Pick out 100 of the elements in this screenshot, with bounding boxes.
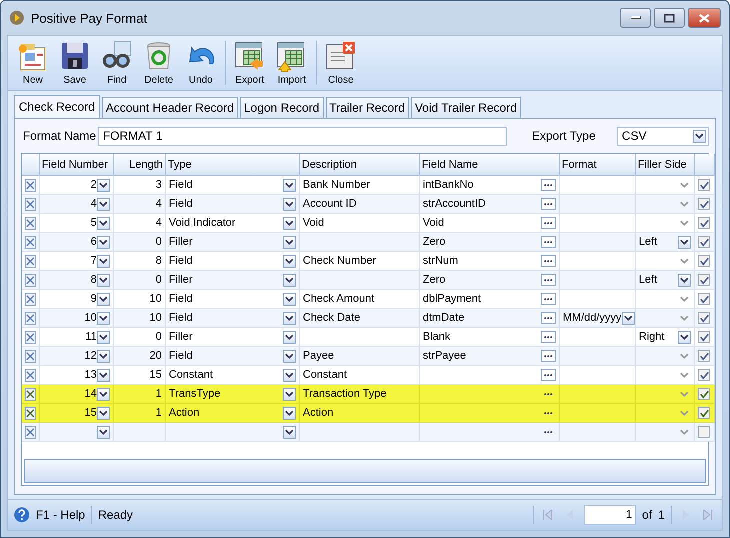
dropdown-caret-icon[interactable] — [283, 350, 296, 362]
format-cell[interactable] — [560, 385, 636, 404]
field-number-cell[interactable]: 11 — [40, 328, 114, 347]
type-cell[interactable]: Field — [166, 347, 300, 366]
toolbar-button[interactable]: Close — [320, 38, 362, 88]
field-name-cell[interactable] — [420, 423, 560, 442]
format-cell[interactable] — [560, 252, 636, 271]
row-selector[interactable] — [22, 195, 40, 214]
field-name-cell[interactable]: dblPayment — [420, 290, 560, 309]
format-cell[interactable] — [560, 366, 636, 385]
row-selector[interactable] — [22, 404, 40, 423]
minimize-button[interactable] — [620, 8, 651, 28]
format-cell[interactable] — [560, 195, 636, 214]
dropdown-caret-icon[interactable] — [97, 198, 110, 210]
type-cell[interactable]: Field — [166, 309, 300, 328]
row-selector[interactable] — [22, 233, 40, 252]
checkbox[interactable] — [698, 426, 710, 438]
dropdown-caret-icon[interactable] — [97, 178, 110, 192]
field-number-cell[interactable]: 4 — [40, 195, 114, 214]
close-button[interactable] — [688, 8, 721, 28]
format-cell[interactable] — [560, 271, 636, 290]
filler-side-cell[interactable] — [636, 385, 695, 404]
type-cell[interactable]: TransType — [166, 385, 300, 404]
export-type-dropdown[interactable]: CSV — [617, 126, 709, 146]
field-name-cell[interactable] — [420, 366, 560, 385]
checkbox[interactable] — [698, 198, 710, 210]
type-cell[interactable]: Field — [166, 290, 300, 309]
help-icon[interactable] — [14, 507, 30, 523]
dropdown-caret-icon[interactable] — [97, 330, 110, 344]
dropdown-caret-icon[interactable] — [283, 274, 296, 286]
delete-row-icon[interactable] — [25, 254, 36, 268]
checkbox[interactable] — [698, 274, 710, 286]
checkbox[interactable] — [698, 293, 710, 305]
dropdown-caret-icon[interactable] — [97, 426, 110, 438]
toolbar-button[interactable]: Save — [54, 38, 96, 88]
field-number-cell[interactable]: 6 — [40, 233, 114, 252]
dropdown-caret-icon[interactable] — [283, 368, 296, 382]
field-name-cell[interactable]: Zero — [420, 233, 560, 252]
delete-row-icon[interactable] — [25, 216, 36, 230]
ellipsis-button[interactable] — [541, 350, 556, 362]
type-cell[interactable]: Action — [166, 404, 300, 423]
filler-side-cell[interactable] — [636, 252, 695, 271]
column-header[interactable]: Format — [560, 154, 636, 176]
ellipsis-button[interactable] — [541, 293, 556, 305]
row-selector[interactable] — [22, 423, 40, 442]
delete-row-icon[interactable] — [25, 330, 36, 344]
filler-side-cell[interactable]: Left — [636, 233, 695, 252]
ellipsis-button[interactable] — [541, 179, 556, 191]
dropdown-caret-icon[interactable] — [678, 274, 691, 286]
row-selector[interactable] — [22, 328, 40, 347]
type-cell[interactable]: Constant — [166, 366, 300, 385]
type-cell[interactable]: Filler — [166, 328, 300, 347]
tab[interactable]: Check Record — [14, 95, 100, 118]
ellipsis-button[interactable] — [541, 274, 556, 286]
field-name-cell[interactable]: Zero — [420, 271, 560, 290]
delete-row-icon[interactable] — [25, 350, 36, 362]
toolbar-button[interactable]: Import — [271, 38, 313, 88]
dropdown-caret-icon[interactable] — [97, 312, 110, 324]
dropdown-caret-icon[interactable] — [283, 388, 296, 400]
checkbox[interactable] — [698, 369, 710, 381]
field-number-cell[interactable]: 13 — [40, 366, 114, 385]
ellipsis-button[interactable] — [541, 312, 556, 324]
dropdown-caret-icon[interactable] — [283, 312, 296, 324]
filler-side-cell[interactable]: Left — [636, 271, 695, 290]
filler-side-cell[interactable] — [636, 423, 695, 442]
filler-side-cell[interactable]: Right — [636, 328, 695, 347]
dropdown-caret-icon[interactable] — [283, 254, 296, 268]
checkbox[interactable] — [698, 312, 710, 324]
dropdown-caret-icon[interactable] — [283, 426, 296, 438]
format-cell[interactable]: MM/dd/yyyy — [560, 309, 636, 328]
dropdown-caret-icon[interactable] — [97, 406, 110, 420]
delete-row-icon[interactable] — [25, 406, 36, 420]
format-cell[interactable] — [560, 347, 636, 366]
dropdown-caret-icon[interactable] — [97, 292, 110, 306]
field-number-cell[interactable]: 9 — [40, 290, 114, 309]
format-cell[interactable] — [560, 176, 636, 195]
dropdown-caret-icon[interactable] — [692, 130, 706, 142]
dropdown-caret-icon[interactable] — [97, 388, 110, 400]
field-name-cell[interactable] — [420, 404, 560, 423]
delete-row-icon[interactable] — [25, 236, 36, 248]
delete-row-icon[interactable] — [25, 198, 36, 210]
column-header[interactable]: Filler Side — [636, 154, 695, 176]
tab[interactable]: Account Header Record — [102, 97, 238, 118]
row-selector[interactable] — [22, 290, 40, 309]
format-name-field[interactable]: FORMAT 1 — [98, 126, 508, 146]
field-number-cell[interactable]: 5 — [40, 214, 114, 233]
tab[interactable]: Void Trailer Record — [411, 97, 522, 118]
toolbar-button[interactable]: Delete — [138, 38, 180, 88]
dropdown-caret-icon[interactable] — [283, 292, 296, 306]
toolbar-button[interactable]: New — [12, 38, 54, 88]
tab[interactable]: Logon Record — [240, 97, 324, 118]
checkbox[interactable] — [698, 217, 710, 229]
filler-side-cell[interactable] — [636, 195, 695, 214]
dropdown-caret-icon[interactable] — [283, 236, 296, 248]
filler-side-cell[interactable] — [636, 347, 695, 366]
field-number-cell[interactable] — [40, 423, 114, 442]
delete-row-icon[interactable] — [25, 388, 36, 400]
checkbox[interactable] — [698, 179, 710, 191]
tab[interactable]: Trailer Record — [326, 97, 410, 118]
filler-side-cell[interactable] — [636, 214, 695, 233]
